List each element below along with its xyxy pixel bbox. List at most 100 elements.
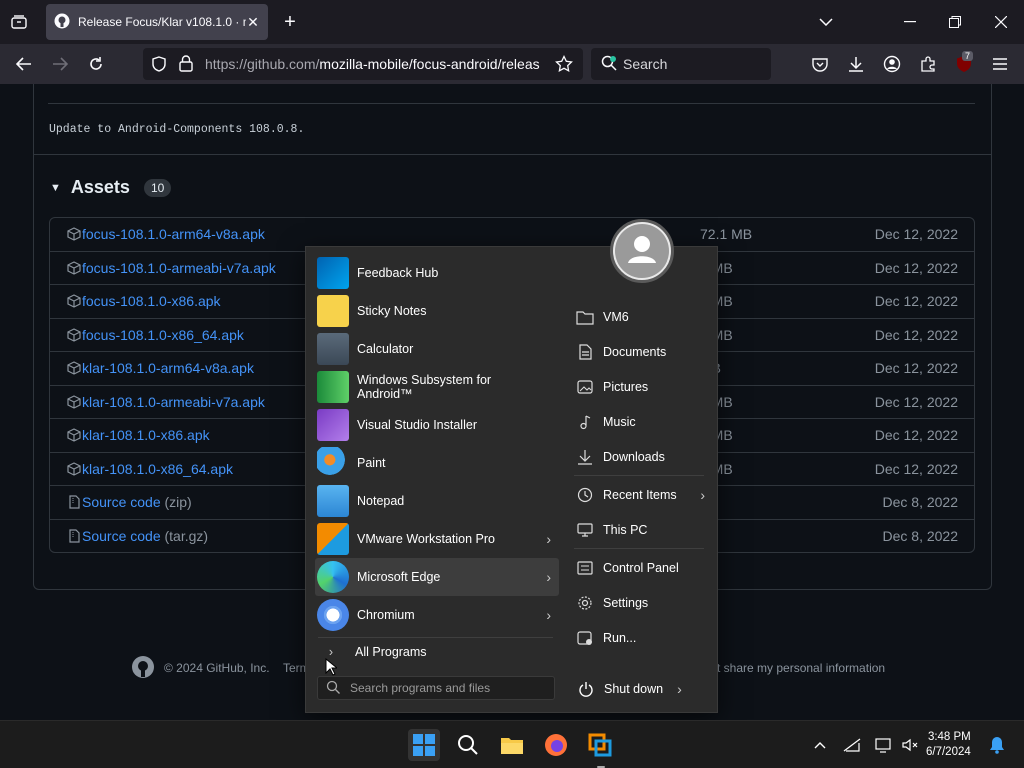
- pocket-icon[interactable]: [810, 54, 830, 74]
- asset-link[interactable]: klar-108.1.0-armeabi-v7a.apk: [82, 394, 265, 410]
- control-panel-icon: [577, 560, 593, 575]
- reload-icon[interactable]: [86, 54, 106, 74]
- app-label: Sticky Notes: [357, 304, 427, 318]
- app-vmware[interactable]: VMware Workstation Pro ›: [315, 520, 559, 558]
- place-pictures[interactable]: Pictures: [571, 369, 711, 404]
- zip-icon: [67, 495, 81, 509]
- start-button[interactable]: [408, 729, 440, 761]
- all-programs-button[interactable]: › All Programs: [315, 641, 559, 663]
- footer-privacy-link[interactable]: t share my personal information: [717, 661, 885, 675]
- display-icon[interactable]: [874, 735, 894, 755]
- taskbar-vmware[interactable]: [584, 729, 616, 761]
- github-logo-icon[interactable]: [131, 655, 155, 684]
- source-link[interactable]: Source code (zip): [82, 494, 192, 510]
- account-icon[interactable]: [882, 54, 902, 74]
- asset-date: Dec 12, 2022: [874, 293, 958, 310]
- new-tab-icon[interactable]: +: [280, 11, 300, 33]
- shutdown-button[interactable]: Shut down ›: [572, 671, 712, 706]
- extensions-icon[interactable]: [918, 54, 938, 74]
- package-icon: [67, 227, 81, 241]
- place-downloads[interactable]: Downloads: [571, 439, 711, 474]
- taskbar-file-explorer[interactable]: [496, 729, 528, 761]
- place-settings[interactable]: Settings: [571, 585, 711, 620]
- start-search-input[interactable]: Search programs and files: [317, 676, 555, 700]
- taskbar: 3:48 PM 6/7/2024: [0, 720, 1024, 768]
- footer-copyright: © 2024 GitHub, Inc.: [164, 661, 270, 675]
- place-this-pc[interactable]: This PC: [571, 512, 711, 547]
- app-label: Feedback Hub: [357, 266, 439, 280]
- lock-icon[interactable]: [179, 55, 193, 75]
- app-wsa[interactable]: Windows Subsystem for Android™: [315, 368, 559, 406]
- caret-down-icon: ▼: [50, 181, 61, 194]
- picture-icon: [577, 379, 593, 394]
- star-icon[interactable]: [555, 54, 573, 76]
- app-sticky-notes[interactable]: Sticky Notes: [315, 292, 559, 330]
- user-avatar[interactable]: [610, 219, 674, 283]
- asset-link[interactable]: focus-108.1.0-x86_64.apk: [82, 327, 244, 343]
- app-feedback-hub[interactable]: Feedback Hub: [315, 254, 559, 292]
- tab-active[interactable]: Release Focus/Klar v108.1.0 · m ✕: [46, 4, 268, 40]
- package-icon: [67, 461, 81, 476]
- asset-date: Dec 12, 2022: [874, 360, 958, 377]
- system-clock[interactable]: 3:48 PM 6/7/2024: [926, 730, 971, 760]
- search-icon: [458, 735, 478, 755]
- menu-icon[interactable]: [990, 54, 1010, 74]
- app-vs-installer[interactable]: Visual Studio Installer: [315, 406, 559, 444]
- asset-date: Dec 12, 2022: [874, 393, 958, 410]
- volume-muted-icon[interactable]: [900, 735, 920, 755]
- extension-badge: 7: [962, 51, 974, 61]
- app-notepad[interactable]: Notepad: [315, 482, 559, 520]
- app-microsoft-edge[interactable]: Microsoft Edge ›: [315, 558, 559, 596]
- search-box[interactable]: Search: [591, 48, 771, 80]
- source-date: Dec 8, 2022: [882, 494, 959, 511]
- back-icon[interactable]: [14, 54, 34, 74]
- taskbar-firefox[interactable]: [540, 729, 572, 761]
- close-tab-icon[interactable]: ✕: [246, 14, 260, 31]
- network-disconnected-icon[interactable]: [842, 735, 862, 755]
- asset-link[interactable]: focus-108.1.0-arm64-v8a.apk: [82, 226, 265, 242]
- notification-bell-icon[interactable]: [988, 735, 1006, 755]
- shield-icon[interactable]: [151, 56, 167, 75]
- asset-date: Dec 12, 2022: [874, 427, 958, 444]
- source-date: Dec 8, 2022: [882, 528, 959, 545]
- minimize-icon[interactable]: [900, 12, 920, 32]
- chevron-right-icon[interactable]: ›: [677, 681, 682, 697]
- app-paint[interactable]: Paint: [315, 444, 559, 482]
- place-music[interactable]: Music: [571, 404, 711, 439]
- app-chromium[interactable]: Chromium ›: [315, 596, 559, 634]
- asset-link[interactable]: klar-108.1.0-x86.apk: [82, 427, 210, 443]
- taskbar-search-button[interactable]: [452, 729, 484, 761]
- place-label: Control Panel: [603, 560, 679, 575]
- power-icon: [579, 681, 593, 697]
- tab-list-icon[interactable]: [8, 12, 30, 32]
- url-bar[interactable]: https://github.com/mozilla-mobile/focus-…: [143, 48, 583, 80]
- vmware-icon: [317, 523, 349, 555]
- asset-link[interactable]: klar-108.1.0-arm64-v8a.apk: [82, 360, 254, 376]
- chevron-up-icon[interactable]: [812, 735, 828, 755]
- app-label: VMware Workstation Pro: [357, 532, 496, 546]
- place-run[interactable]: Run...: [571, 620, 711, 655]
- place-control-panel[interactable]: Control Panel: [571, 550, 711, 585]
- place-vm6[interactable]: VM6: [571, 299, 711, 334]
- asset-link[interactable]: focus-108.1.0-x86.apk: [82, 293, 221, 309]
- place-label: Downloads: [603, 449, 665, 464]
- asset-link[interactable]: focus-108.1.0-armeabi-v7a.apk: [82, 260, 276, 276]
- place-recent-items[interactable]: Recent Items ›: [571, 477, 711, 512]
- chevron-down-icon[interactable]: [816, 12, 836, 32]
- app-label: Visual Studio Installer: [357, 418, 477, 432]
- place-label: This PC: [603, 522, 648, 537]
- downloads-icon[interactable]: [846, 54, 866, 74]
- source-ext: (tar.gz): [164, 528, 209, 545]
- package-icon: [67, 361, 81, 375]
- forward-icon[interactable]: [50, 54, 70, 74]
- place-documents[interactable]: Documents: [571, 334, 711, 369]
- asset-date: Dec 12, 2022: [874, 226, 958, 243]
- url-path: mozilla-mobile/focus-android/releas: [319, 56, 540, 72]
- assets-heading[interactable]: ▼ Assets 10: [50, 177, 172, 198]
- app-calculator[interactable]: Calculator: [315, 330, 559, 368]
- close-window-icon[interactable]: [991, 12, 1011, 32]
- source-link[interactable]: Source code (tar.gz): [82, 528, 208, 544]
- asset-date: Dec 12, 2022: [874, 326, 958, 343]
- asset-link[interactable]: klar-108.1.0-x86_64.apk: [82, 461, 233, 477]
- restore-icon[interactable]: [945, 12, 965, 32]
